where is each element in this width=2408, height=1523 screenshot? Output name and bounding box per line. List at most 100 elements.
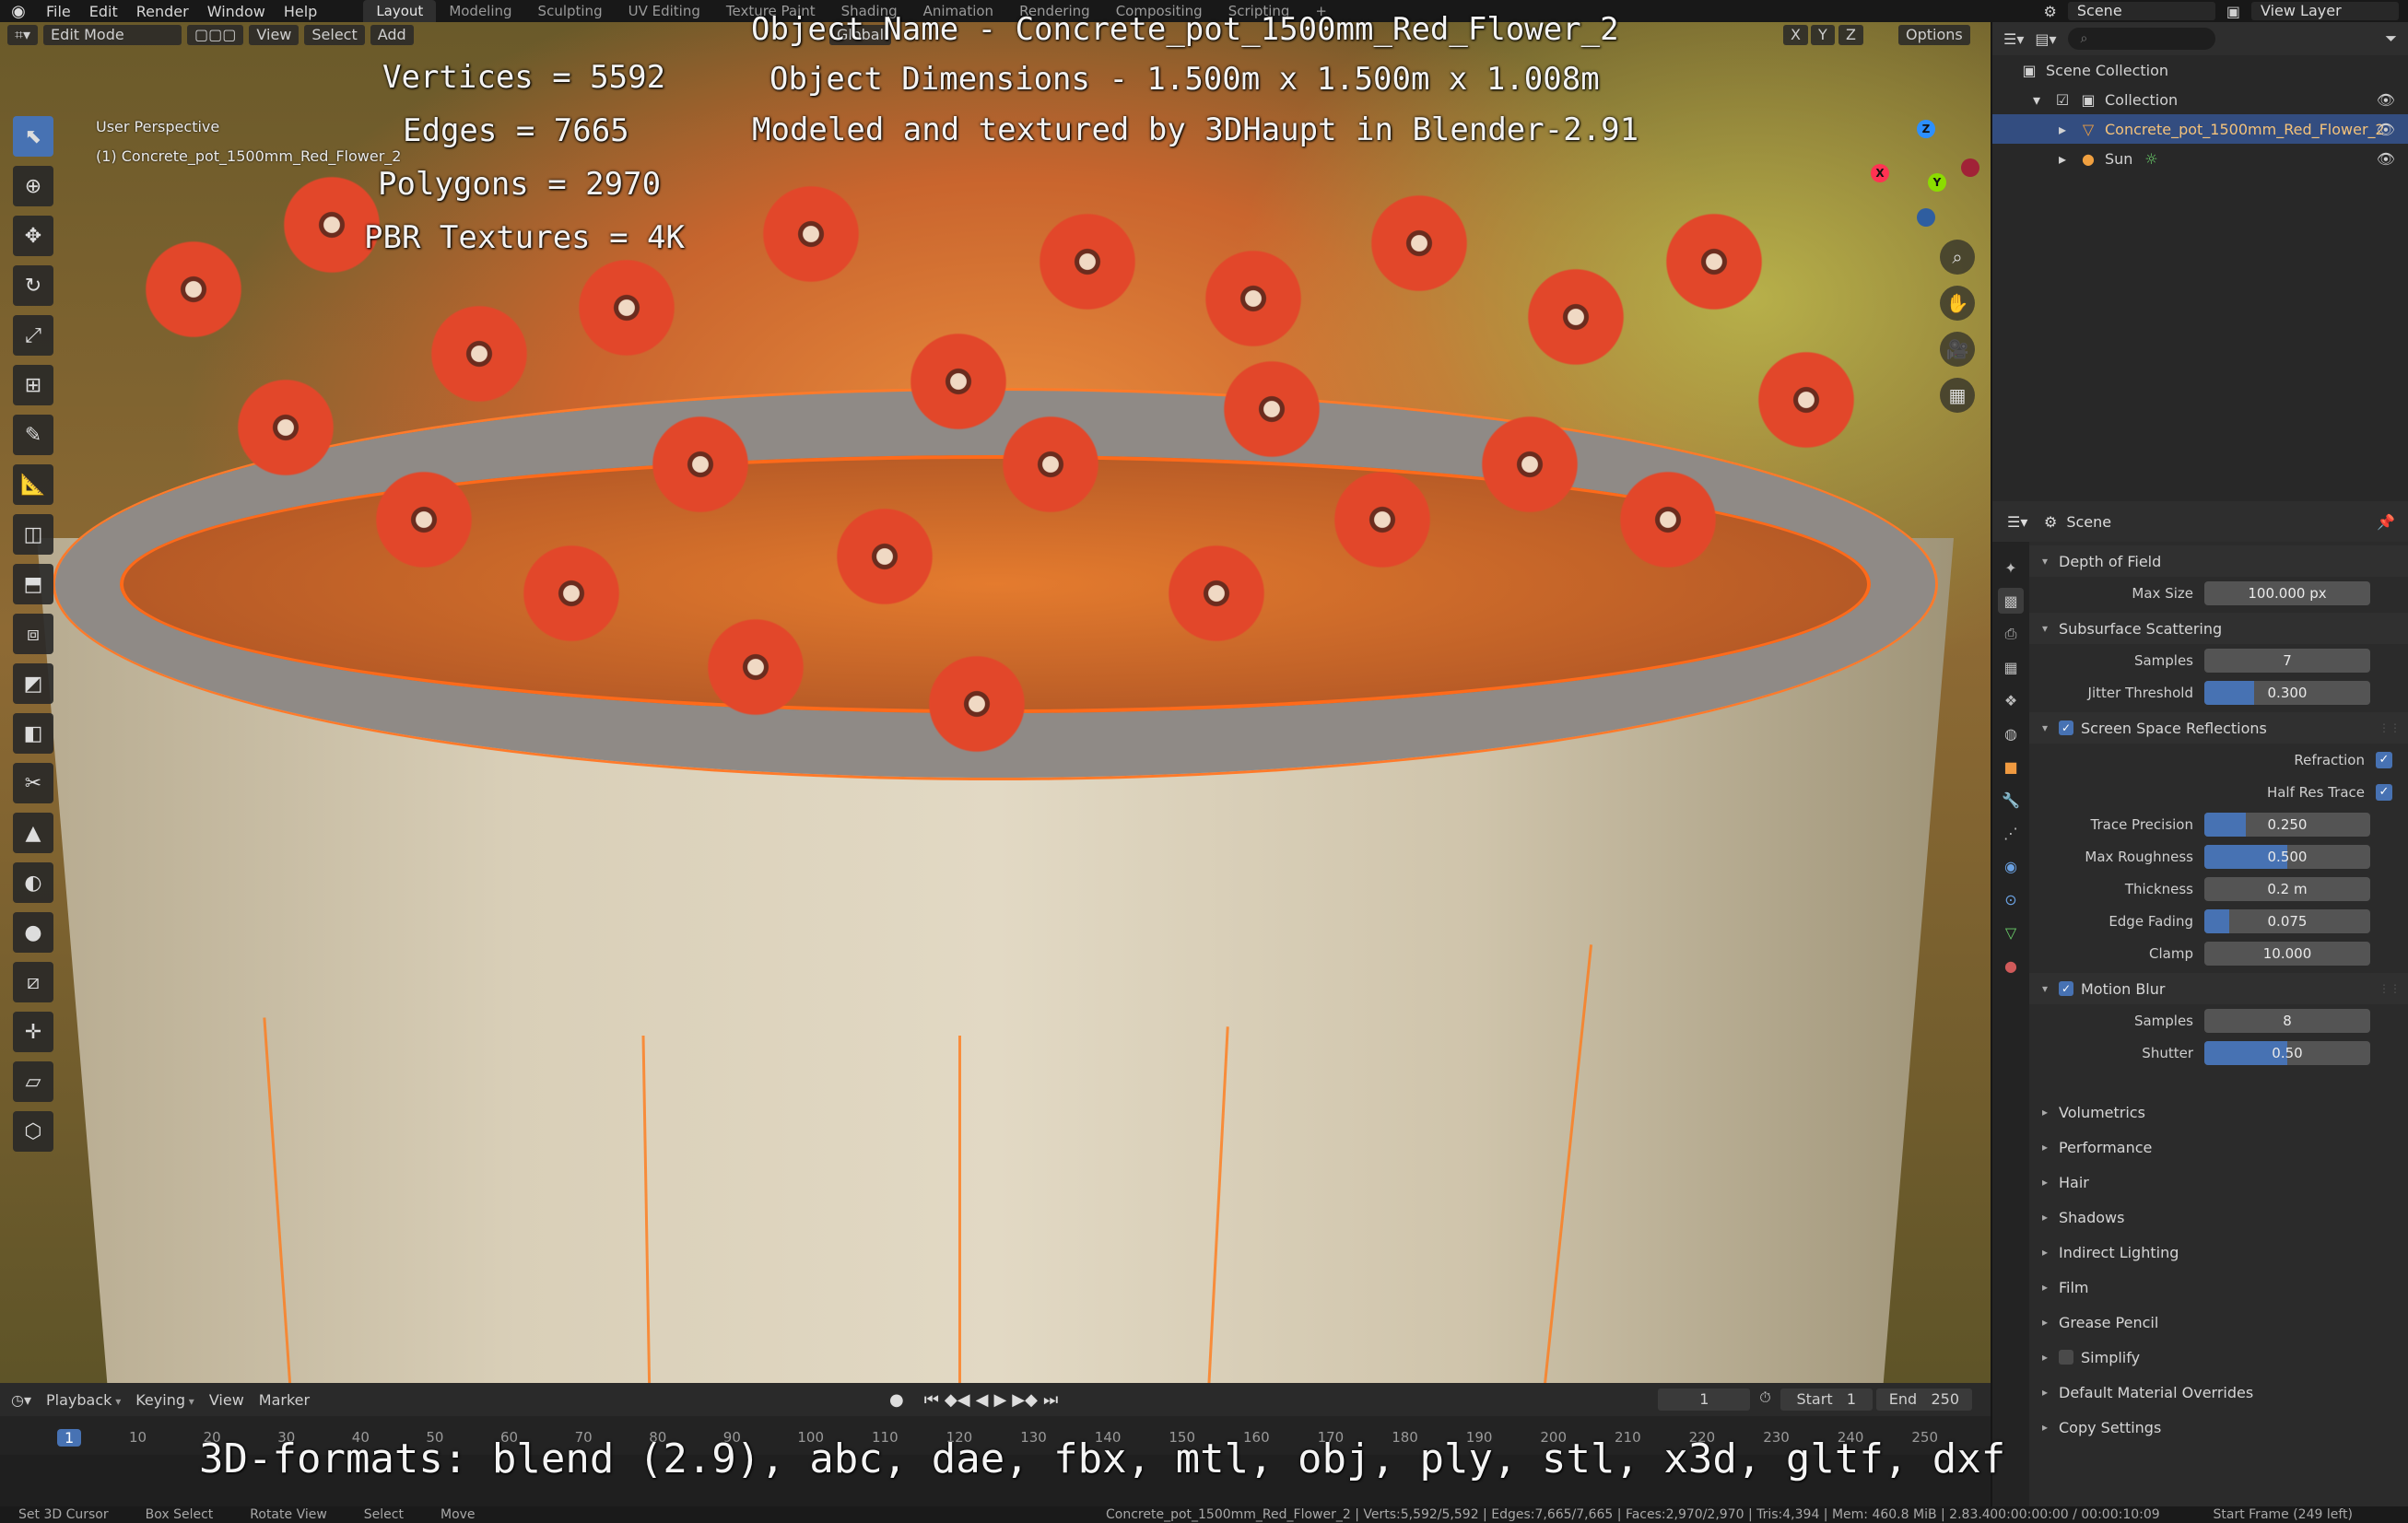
ssr-enable-checkbox[interactable]: ✓ (2059, 720, 2073, 735)
annotate-tool-icon[interactable]: ✎ (13, 415, 53, 455)
select-mode-icons[interactable]: ▢▢▢ (187, 25, 244, 45)
move-tool-icon[interactable]: ✥ (13, 216, 53, 256)
shutter-slider[interactable]: 0.50 (2204, 1040, 2370, 1065)
menu-add[interactable]: Add (370, 25, 414, 45)
play-icon[interactable]: ▶ (993, 1390, 1006, 1410)
inset-tool-icon[interactable]: ⧈ (13, 614, 53, 654)
clamp-field[interactable]: 10.000 (2204, 941, 2370, 966)
smooth-tool-icon[interactable]: ● (13, 912, 53, 953)
edge-slide-tool-icon[interactable]: ⧄ (13, 962, 53, 1002)
extrude-tool-icon[interactable]: ⬒ (13, 564, 53, 604)
panel-volumetrics[interactable]: ▸ Volumetrics (2029, 1096, 2408, 1128)
timeline-editor-type-icon[interactable]: ◷▾ (11, 1391, 31, 1409)
outliner-search-input[interactable]: ⌕ (2067, 28, 2215, 50)
editor-type-icon[interactable]: ⌗▾ (7, 25, 39, 45)
particles-tab-icon[interactable]: ⋰ (1998, 820, 2024, 846)
panel-performance[interactable]: ▸ Performance (2029, 1131, 2408, 1163)
bevel-tool-icon[interactable]: ◩ (13, 663, 53, 704)
tab-layout[interactable]: Layout (363, 0, 437, 22)
stopwatch-icon[interactable]: ⏱ (1754, 1388, 1776, 1411)
camera-icon[interactable]: 🎥 (1940, 332, 1975, 367)
3d-viewport[interactable] (0, 22, 1991, 1383)
panel-indirect-lighting[interactable]: ▸ Indirect Lighting (2029, 1236, 2408, 1268)
panel-hair[interactable]: ▸ Hair (2029, 1166, 2408, 1198)
render-tab-icon[interactable]: ▩ (1998, 588, 2024, 614)
cursor-tool-icon[interactable]: ⊕ (13, 166, 53, 206)
end-frame-field[interactable]: End 250 (1875, 1388, 1972, 1411)
knife-tool-icon[interactable]: ✂ (13, 763, 53, 803)
expand-arrow-icon[interactable]: ▸ (2053, 121, 2072, 138)
output-tab-icon[interactable]: ⎙ (1998, 621, 2024, 647)
drag-grip-icon[interactable]: ⋮⋮ (2379, 721, 2401, 734)
thickness-field[interactable]: 0.2 m (2204, 876, 2370, 901)
gizmo-y-axis[interactable]: Y (1928, 173, 1946, 192)
prev-keyframe-icon[interactable]: ◆◀ (945, 1390, 970, 1410)
panel-depth-of-field[interactable]: ▾ Depth of Field (2029, 545, 2408, 577)
display-mode-icon[interactable]: ▤▾ (2035, 30, 2056, 48)
scene-selector[interactable]: Scene (2067, 2, 2215, 20)
zoom-icon[interactable]: ⌕ (1940, 240, 1975, 275)
panel-grease-pencil[interactable]: ▸ Grease Pencil (2029, 1306, 2408, 1338)
panel-copy-settings[interactable]: ▸ Copy Settings (2029, 1412, 2408, 1443)
refraction-checkbox[interactable]: ✓ (2376, 751, 2392, 768)
menu-render[interactable]: Render (127, 3, 198, 20)
outliner-item-scene-collection[interactable]: ▣ Scene Collection (1992, 55, 2408, 85)
modifier-tab-icon[interactable]: 🔧 (1998, 787, 2024, 813)
outliner-item-collection[interactable]: ▾ ☑ ▣ Collection 👁 (1992, 85, 2408, 114)
physics-tab-icon[interactable]: ◉ (1998, 853, 2024, 879)
menu-edit[interactable]: Edit (80, 3, 127, 20)
loop-cut-tool-icon[interactable]: ◧ (13, 713, 53, 754)
mb-samples-field[interactable]: 8 (2204, 1008, 2370, 1033)
options-dropdown[interactable]: Options (1898, 25, 1970, 45)
properties-editor-type-icon[interactable]: ☰▾ (2007, 513, 2027, 531)
view-layer-icon[interactable]: ▣ (2226, 3, 2240, 20)
panel-default-material-overrides[interactable]: ▸ Default Material Overrides (2029, 1377, 2408, 1408)
current-frame-indicator[interactable]: 1 (57, 1429, 82, 1447)
menu-view[interactable]: View (249, 25, 300, 45)
half-res-checkbox[interactable]: ✓ (2376, 783, 2392, 801)
max-size-field[interactable]: 100.000 px (2204, 580, 2370, 605)
pin-icon[interactable]: 📌 (2377, 513, 2395, 531)
jump-start-icon[interactable]: ⏮ (924, 1390, 939, 1410)
panel-shadows[interactable]: ▸ Shadows (2029, 1201, 2408, 1233)
eye-icon[interactable]: 👁 (2377, 121, 2395, 138)
record-icon[interactable]: ● (889, 1390, 904, 1410)
trace-precision-slider[interactable]: 0.250 (2204, 812, 2370, 837)
scene-tab-icon[interactable]: ❖ (1998, 687, 2024, 713)
menu-select[interactable]: Select (304, 25, 365, 45)
object-tab-icon[interactable]: ■ (1998, 754, 2024, 779)
drag-grip-icon[interactable]: ⋮⋮ (2379, 982, 2401, 995)
pan-hand-icon[interactable]: ✋ (1940, 286, 1975, 321)
marker-menu[interactable]: Marker (259, 1391, 310, 1409)
motion-blur-checkbox[interactable]: ✓ (2059, 981, 2073, 996)
ortho-grid-icon[interactable]: ▦ (1940, 378, 1975, 413)
jump-end-icon[interactable]: ⏭ (1043, 1390, 1058, 1410)
material-tab-icon[interactable]: ● (1998, 953, 2024, 978)
scene-icon[interactable]: ⚙ (2044, 3, 2057, 20)
eye-icon[interactable]: 👁 (2377, 91, 2395, 109)
outliner-editor-type-icon[interactable]: ☰▾ (2003, 30, 2024, 48)
rotate-tool-icon[interactable]: ↻ (13, 265, 53, 306)
axis-x-toggle[interactable]: X (1783, 25, 1808, 45)
panel-motion-blur[interactable]: ▾ ✓ Motion Blur ⋮⋮ (2029, 973, 2408, 1004)
data-tab-icon[interactable]: ▽ (1998, 920, 2024, 945)
outliner-item-pot-object[interactable]: ▸ ▽ Concrete_pot_1500mm_Red_Flower_2 👁 (1992, 114, 2408, 144)
checkbox-icon[interactable]: ☑ (2053, 91, 2072, 109)
panel-simplify[interactable]: ▸ Simplify (2029, 1341, 2408, 1373)
view-layer-tab-icon[interactable]: ▦ (1998, 654, 2024, 680)
next-keyframe-icon[interactable]: ▶◆ (1012, 1390, 1038, 1410)
menu-help[interactable]: Help (275, 3, 326, 20)
max-roughness-slider[interactable]: 0.500 (2204, 844, 2370, 869)
expand-arrow-icon[interactable]: ▾ (2027, 91, 2046, 109)
gizmo-neg-x[interactable] (1961, 158, 1979, 177)
scale-tool-icon[interactable]: ⤢ (13, 315, 53, 356)
eye-icon[interactable]: 👁 (2377, 150, 2395, 168)
panel-film[interactable]: ▸ Film (2029, 1271, 2408, 1303)
gizmo-z-axis[interactable]: Z (1917, 120, 1935, 138)
shrink-fatten-tool-icon[interactable]: ✛ (13, 1012, 53, 1052)
axis-z-toggle[interactable]: Z (1838, 25, 1863, 45)
mode-selector[interactable]: Edit Mode (43, 25, 182, 45)
navigation-gizmo[interactable]: Z X Y (1871, 120, 1981, 230)
tool-tab-icon[interactable]: ✦ (1998, 555, 2024, 580)
transform-tool-icon[interactable]: ⊞ (13, 365, 53, 405)
